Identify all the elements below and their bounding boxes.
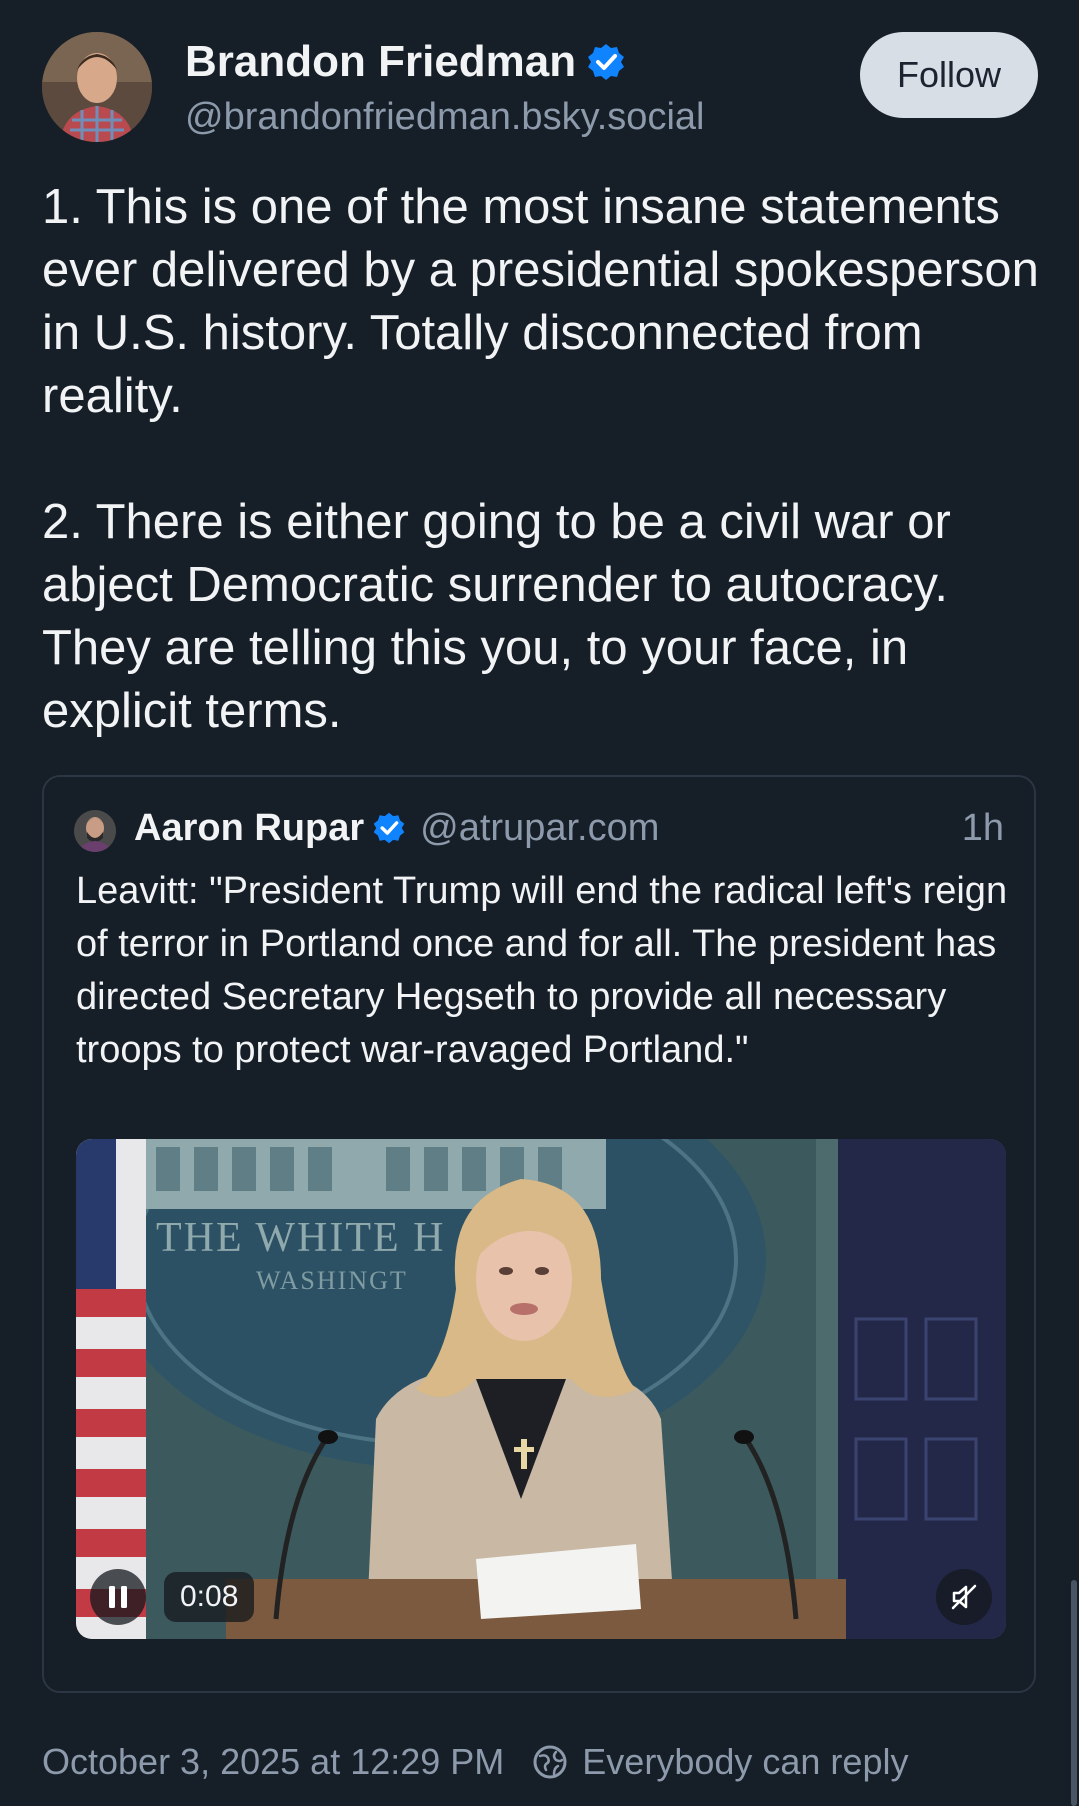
quoted-post[interactable]: Aaron Rupar @atrupar.com 1h Leavitt: "Pr…: [42, 775, 1036, 1693]
post-text: 1. This is one of the most insane statem…: [42, 176, 1052, 806]
post-paragraph-2: 2. There is either going to be a civil w…: [42, 495, 951, 738]
follow-button[interactable]: Follow: [860, 32, 1038, 118]
backdrop-text-1: THE WHITE H: [156, 1215, 445, 1261]
post-paragraph-1: 1. This is one of the most insane statem…: [42, 180, 1039, 423]
post-timestamp: October 3, 2025 at 12:29 PM: [42, 1741, 505, 1782]
author-handle[interactable]: @brandonfriedman.bsky.social: [185, 94, 704, 140]
quote-author-avatar[interactable]: [74, 810, 116, 852]
pause-button[interactable]: [90, 1569, 146, 1625]
speaker-muted-icon: [951, 1584, 977, 1610]
pause-icon: [109, 1586, 127, 1608]
quote-author-handle[interactable]: @atrupar.com: [420, 805, 659, 851]
quote-timestamp[interactable]: 1h: [962, 805, 1004, 851]
backdrop-text-2: WASHINGT: [256, 1266, 408, 1295]
quote-verified-check-icon: [372, 811, 406, 845]
quote-text: Leavitt: "President Trump will end the r…: [76, 870, 1008, 1071]
quote-author-row: Aaron Rupar @atrupar.com: [134, 805, 659, 851]
globe-icon: [532, 1744, 568, 1780]
video-player[interactable]: THE WHITE H WASHINGT 0:08: [76, 1139, 1006, 1639]
video-elapsed-time: 0:08: [164, 1572, 255, 1622]
author-avatar[interactable]: [42, 32, 152, 142]
post-footer: October 3, 2025 at 12:29 PM Everybody ca…: [42, 1740, 908, 1784]
quote-author-name[interactable]: Aaron Rupar: [134, 805, 364, 851]
author-name-row: Brandon Friedman: [185, 36, 626, 88]
post-thread-item: Brandon Friedman @brandonfriedman.bsky.s…: [0, 0, 1079, 1806]
verified-check-icon[interactable]: [586, 42, 626, 82]
mute-button[interactable]: [936, 1569, 992, 1625]
reply-setting[interactable]: Everybody can reply: [582, 1740, 908, 1784]
video-frame: THE WHITE H WASHINGT: [76, 1139, 1006, 1639]
author-display-name[interactable]: Brandon Friedman: [185, 36, 576, 88]
scrollbar[interactable]: [1071, 1580, 1077, 1806]
